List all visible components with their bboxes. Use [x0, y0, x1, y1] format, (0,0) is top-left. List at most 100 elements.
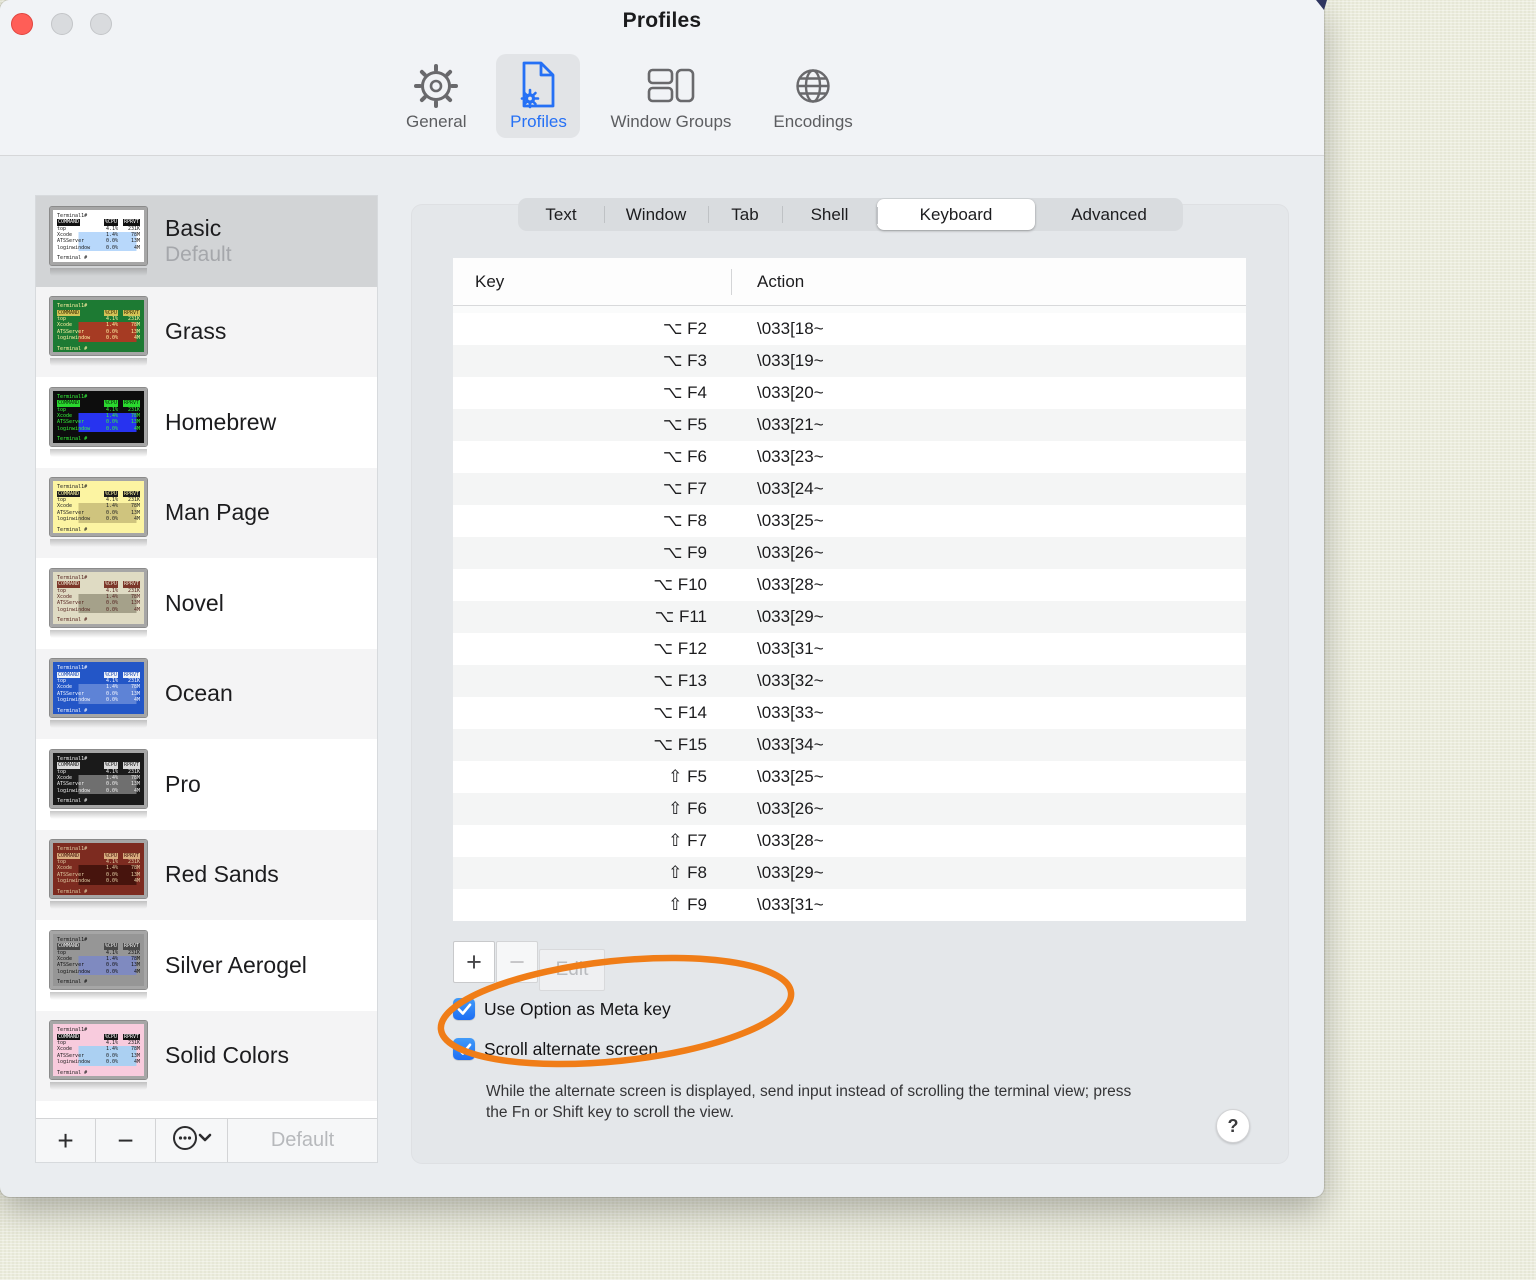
profile-meta: Solid Colors	[165, 1042, 289, 1069]
checkbox-label: Scroll alternate screen	[484, 1038, 659, 1059]
key-cell: ⇧ F9	[668, 895, 707, 915]
add-profile-button[interactable]: +	[36, 1119, 96, 1162]
column-divider[interactable]	[731, 269, 732, 295]
profile-meta: Basic Default	[165, 215, 232, 267]
table-row[interactable]: ⇧ F8 \033[29~	[453, 857, 1246, 889]
profile-list-item-solid-colors[interactable]: Terminal1# COMMAND %CPU RPRVT top 4.1% 231K X…	[36, 1010, 377, 1101]
profile-name: Grass	[165, 318, 227, 345]
profile-list-item-pro[interactable]: Terminal1# COMMAND %CPU RPRVT top 4.1% 231K X…	[36, 739, 377, 830]
profile-list-item-ocean[interactable]: Terminal1# COMMAND %CPU RPRVT top 4.1% 231K X…	[36, 648, 377, 739]
alternate-screen-note: While the alternate screen is displayed,…	[486, 1083, 1132, 1122]
profile-list-item-homebrew[interactable]: Terminal1# COMMAND %CPU RPRVT top 4.1% 231K X…	[36, 377, 377, 468]
titlebar: Profiles General Profiles Window Groups …	[0, 0, 1324, 156]
thumbnail-reflection	[50, 448, 147, 457]
table-row[interactable]: ⇧ F9 \033[31~	[453, 889, 1246, 921]
toolbar-item-general[interactable]: General	[394, 54, 478, 138]
use-option-as-meta-key-row: Use Option as Meta key	[453, 998, 671, 1020]
terminal-preferences-window: Profiles General Profiles Window Groups …	[0, 0, 1324, 1197]
scroll-alternate-screen-row: Scroll alternate screen	[453, 1038, 658, 1060]
profile-name: Pro	[165, 770, 201, 797]
gear-icon	[413, 62, 459, 109]
action-cell: \033[29~	[757, 607, 824, 626]
table-row[interactable]: ⌥ F15 \033[34~	[453, 729, 1246, 761]
toolbar-item-label: General	[406, 112, 467, 131]
toolbar-item-profiles[interactable]: Profiles	[496, 54, 581, 138]
key-cell: ⌥ F14	[653, 703, 707, 723]
profile-list-item-red-sands[interactable]: Terminal1# COMMAND %CPU RPRVT top 4.1% 231K X…	[36, 829, 377, 920]
profile-thumbnail: Terminal1# COMMAND %CPU RPRVT top 4.1% 231K X…	[49, 567, 148, 638]
scroll-alternate-screen-checkbox[interactable]	[453, 1038, 475, 1060]
profile-actions-menu-button[interactable]	[156, 1119, 228, 1162]
profile-list-item-grass[interactable]: Terminal1# COMMAND %CPU RPRVT top 4.1% 231K X…	[36, 286, 377, 377]
profile-list-item-silver-aerogel[interactable]: Terminal1# COMMAND %CPU RPRVT top 4.1% 231K X…	[36, 920, 377, 1011]
table-row[interactable]: ⇧ F6 \033[26~	[453, 793, 1246, 825]
profile-meta: Grass	[165, 318, 226, 345]
tab-window[interactable]: Window	[604, 198, 708, 231]
help-button[interactable]: ?	[1216, 1109, 1250, 1143]
set-default-button[interactable]: Default	[228, 1119, 377, 1162]
add-key-button[interactable]: +	[453, 941, 495, 983]
profile-thumbnail: Terminal1# COMMAND %CPU RPRVT top 4.1% 231K X…	[49, 1020, 148, 1091]
remove-key-button[interactable]: −	[496, 941, 538, 983]
action-cell: \033[29~	[757, 863, 824, 882]
table-row[interactable]: ⌥ F2 \033[18~	[453, 313, 1246, 345]
table-row[interactable]: ⌥ F6 \033[23~	[453, 441, 1246, 473]
table-row[interactable]: ⌥ F3 \033[19~	[453, 345, 1246, 377]
action-cell: \033[31~	[757, 895, 824, 914]
action-cell: \033[25~	[757, 767, 824, 786]
table-row[interactable]: ⌥ F10 \033[28~	[453, 569, 1246, 601]
table-row[interactable]: ⌥ F7 \033[24~	[453, 473, 1246, 505]
table-row[interactable]: ⇧ F7 \033[28~	[453, 825, 1246, 857]
table-header: Key Action	[453, 258, 1246, 306]
profile-meta: Red Sands	[165, 861, 279, 888]
table-rows: ⌥ F2 \033[18~ ⌥ F3 \033[19~ ⌥ F4 \033[20…	[453, 313, 1246, 921]
table-row[interactable]: ⌥ F5 \033[21~	[453, 409, 1246, 441]
table-row[interactable]: ⌥ F9 \033[26~	[453, 537, 1246, 569]
thumbnail-reflection	[50, 1082, 147, 1091]
profile-thumbnail: Terminal1# COMMAND %CPU RPRVT top 4.1% 231K X…	[49, 658, 148, 729]
window-title: Profiles	[622, 9, 702, 32]
profile-name: Ocean	[165, 680, 233, 707]
toolbar-item-window-groups[interactable]: Window Groups	[598, 54, 743, 138]
cursor-tip	[1316, 0, 1327, 10]
key-cell: ⇧ F8	[668, 863, 707, 883]
profile-list-item-man-page[interactable]: Terminal1# COMMAND %CPU RPRVT top 4.1% 231K X…	[36, 467, 377, 558]
table-row[interactable]: ⌥ F8 \033[25~	[453, 505, 1246, 537]
profile-list-item-novel[interactable]: Terminal1# COMMAND %CPU RPRVT top 4.1% 231K X…	[36, 558, 377, 649]
key-cell: ⇧ F5	[668, 767, 707, 787]
edit-key-button[interactable]: Edit	[539, 949, 605, 991]
action-cell: \033[34~	[757, 735, 824, 754]
key-cell: ⌥ F3	[662, 351, 707, 371]
profile-meta: Pro	[165, 771, 201, 798]
tab-keyboard[interactable]: Keyboard	[877, 199, 1035, 230]
key-cell: ⇧ F7	[668, 831, 707, 851]
tab-text[interactable]: Text	[518, 198, 604, 231]
profile-list-item-basic[interactable]: Terminal1# COMMAND %CPU RPRVT top 4.1% 231K X…	[36, 196, 377, 287]
use-option-as-meta-key-checkbox[interactable]	[453, 998, 475, 1020]
profile-thumbnail: Terminal1# COMMAND %CPU RPRVT top 4.1% 231K X…	[49, 929, 148, 1000]
tab-shell[interactable]: Shell	[782, 198, 877, 231]
profile-meta: Silver Aerogel	[165, 952, 307, 979]
profile-document-icon	[519, 61, 557, 109]
action-cell: \033[28~	[757, 575, 824, 594]
profile-name: Silver Aerogel	[165, 951, 307, 978]
action-column-header: Action	[757, 271, 805, 291]
table-row[interactable]: ⌥ F13 \033[32~	[453, 665, 1246, 697]
table-row[interactable]: ⌥ F12 \033[31~	[453, 633, 1246, 665]
key-cell: ⌥ F12	[653, 639, 707, 659]
table-row[interactable]: ⌥ F11 \033[29~	[453, 601, 1246, 633]
action-cell: \033[25~	[757, 511, 824, 530]
action-cell: \033[24~	[757, 479, 824, 498]
window-groups-icon	[647, 62, 695, 109]
tab-advanced[interactable]: Advanced	[1035, 198, 1183, 231]
profile-thumbnail: Terminal1# COMMAND %CPU RPRVT top 4.1% 231K X…	[49, 386, 148, 457]
remove-profile-button[interactable]: −	[96, 1119, 156, 1162]
profile-name: Red Sands	[165, 861, 279, 888]
toolbar-item-encodings[interactable]: Encodings	[761, 54, 864, 138]
tab-tab[interactable]: Tab	[708, 198, 782, 231]
profile-thumbnail: Terminal1# COMMAND %CPU RPRVT top 4.1% 231K X…	[49, 748, 148, 819]
table-row[interactable]: ⌥ F4 \033[20~	[453, 377, 1246, 409]
table-row[interactable]: ⇧ F5 \033[25~	[453, 761, 1246, 793]
thumbnail-reflection	[50, 358, 147, 367]
table-row[interactable]: ⌥ F14 \033[33~	[453, 697, 1246, 729]
